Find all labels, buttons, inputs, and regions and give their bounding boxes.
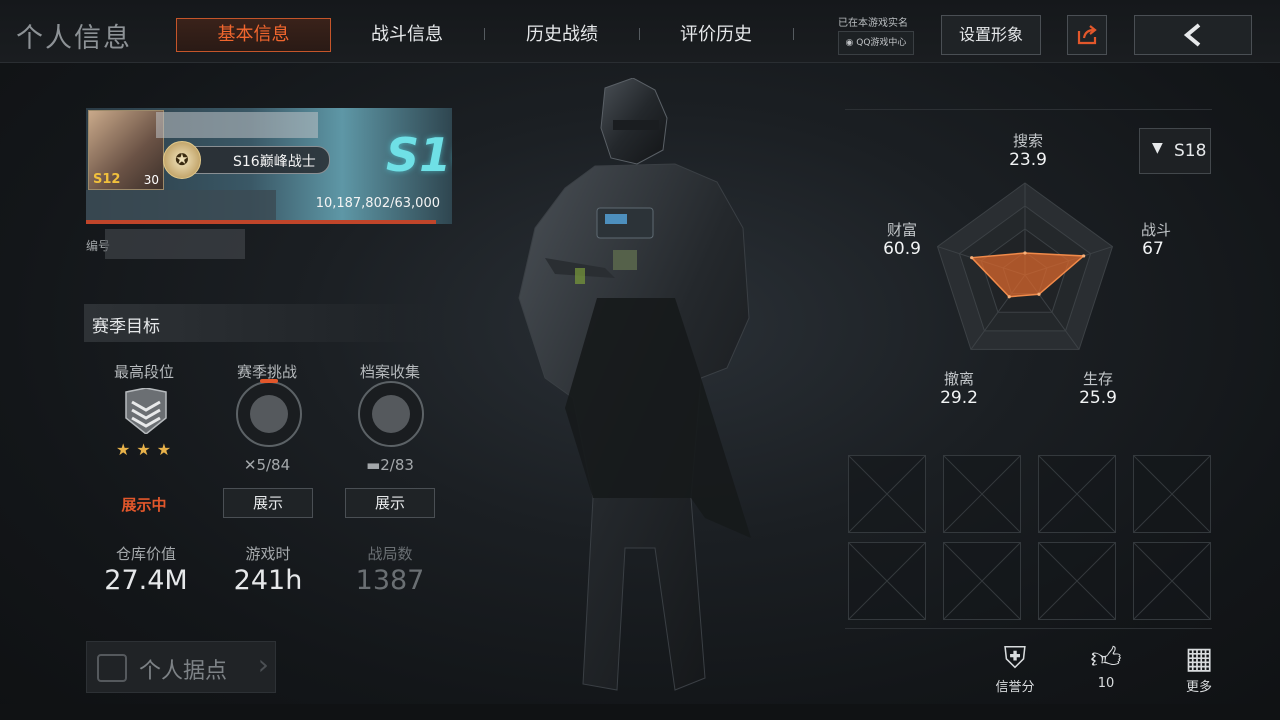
character-model[interactable] [505,78,765,698]
archive-collection-badge[interactable] [358,381,424,447]
chevron-down-icon: ▼ [1152,140,1163,156]
player-name-redacted [156,112,318,138]
match-count-value: 1387 [355,565,425,596]
set-image-button[interactable]: 设置形象 [941,15,1041,55]
equipment-slot[interactable] [943,542,1021,620]
qq-button-label: QQ游戏中心 [856,38,907,48]
season-dropdown-value: S18 [1174,141,1207,161]
base-icon [97,654,127,682]
page-title: 个人信息 [16,23,132,54]
like-button[interactable]: 👍︎ 10 [1071,641,1141,692]
equipment-slot[interactable] [1133,542,1211,620]
tab-divider [484,28,485,40]
rank-stars: ★★★ [116,440,178,459]
radar-point [1007,295,1011,299]
tab-history-record[interactable]: 历史战绩 [507,18,617,52]
show-season-challenge-button[interactable]: 展示 [223,488,313,518]
show-archive-collection-button[interactable]: 展示 [345,488,435,518]
peak-warrior-icon: ✪ [163,141,201,179]
more-label: 更多 [1185,680,1212,695]
equipment-slot[interactable] [848,542,926,620]
player-id-redacted [105,229,245,259]
archive-collection-progress: ▬2/83 [330,456,450,474]
equipment-slot[interactable] [1038,542,1116,620]
swords-small-icon: ✕ [243,456,257,474]
rank-insignia-icon [125,388,167,434]
chevron-right-icon: › [257,648,269,681]
archive-icon [372,395,410,433]
warehouse-value-label: 仓库价值 [115,545,176,563]
play-time-value: 241h [233,565,303,596]
radar-value-extraction: 29.2 [940,388,978,408]
rank-showing-status: 展示中 [121,496,167,514]
bottom-edge [0,704,1280,720]
radar-chart [936,182,1114,350]
top-bar: 个人信息 基本信息 战斗信息 历史战绩 评价历史 已在本游戏实名 ◉ QQ游戏中… [0,0,1280,63]
chevron-left-icon [1183,23,1201,47]
qq-icon: ◉ [845,38,857,48]
crossed-swords-icon [250,395,288,433]
play-time-label: 游戏时 [245,545,291,563]
radar-label-survival: 生存 [1082,370,1113,388]
progress-marker [260,379,278,383]
equipment-slot[interactable] [848,455,926,533]
grid-more-icon: ▦ [1184,641,1214,676]
divider [845,628,1212,629]
season-goals-header: 赛季目标 [84,304,452,342]
tab-divider [793,28,794,40]
realname-notice: 已在本游戏实名 [838,18,908,29]
avatar[interactable]: S12 30 [88,110,164,190]
reputation-label: 信誉分 [995,680,1035,695]
equipment-slot[interactable] [943,455,1021,533]
tab-review-history[interactable]: 评价历史 [661,18,771,52]
reputation-button[interactable]: ⛨ 信誉分 [980,641,1050,696]
season-dropdown[interactable]: ▼ S18 [1139,128,1211,174]
highest-rank-title: 最高段位 [113,363,174,381]
player-level: 30 [143,173,159,187]
radar-point [1023,251,1027,255]
shield-star-icon: ⛨ [1003,641,1027,676]
match-count-label: 战局数 [367,545,413,563]
tab-battle-info[interactable]: 战斗信息 [352,18,462,52]
radar-label-search: 搜索 [1012,132,1043,150]
divider [845,109,1212,110]
folder-small-icon: ▬ [366,456,381,474]
card-score: 10,187,802/63,000 [315,196,440,211]
more-button[interactable]: ▦ 更多 [1164,641,1234,696]
qq-game-center-button[interactable]: ◉ QQ游戏中心 [838,31,914,55]
season-challenge-badge[interactable] [236,379,302,447]
share-button[interactable] [1067,15,1107,55]
radar-value-survival: 25.9 [1079,388,1117,408]
back-button[interactable] [1134,15,1252,55]
tab-basic-info[interactable]: 基本信息 [176,18,331,52]
share-icon [1077,25,1097,45]
radar-point [970,256,974,260]
personal-base-button[interactable]: 个人据点 › [86,641,276,693]
badge-title: S16巅峰战士 [233,154,316,170]
card-progress-stripe [86,220,436,224]
title-badge[interactable]: ✪ S16巅峰战士 [163,141,330,179]
tab-divider [639,28,640,40]
info-redacted [86,190,276,220]
radar-point [1037,292,1041,296]
season-challenge-progress-value: 5/84 [256,456,291,474]
like-count: 10 [1097,676,1115,691]
radar-value-search: 23.9 [1009,150,1047,170]
season-challenge-progress: ✕5/84 [207,456,327,474]
archive-collection-title: 档案收集 [359,363,420,381]
warehouse-value: 27.4M [104,565,188,596]
season-goals-title: 赛季目标 [92,317,160,337]
profile-card[interactable]: S12 30 ✪ S16巅峰战士 S16 10,187,802/63,000 [86,108,452,224]
equipment-slot[interactable] [1133,455,1211,533]
equipment-slot[interactable] [1038,455,1116,533]
radar-label-extraction: 撤离 [943,370,974,388]
avatar-season-tag: S12 [93,172,121,187]
radar-point [1082,254,1086,258]
thumbs-up-icon: 👍︎ [1090,641,1122,676]
archive-collection-progress-value: 2/83 [380,456,414,474]
season-art-label: S16 [386,128,452,182]
personal-base-label: 个人据点 [139,659,228,684]
